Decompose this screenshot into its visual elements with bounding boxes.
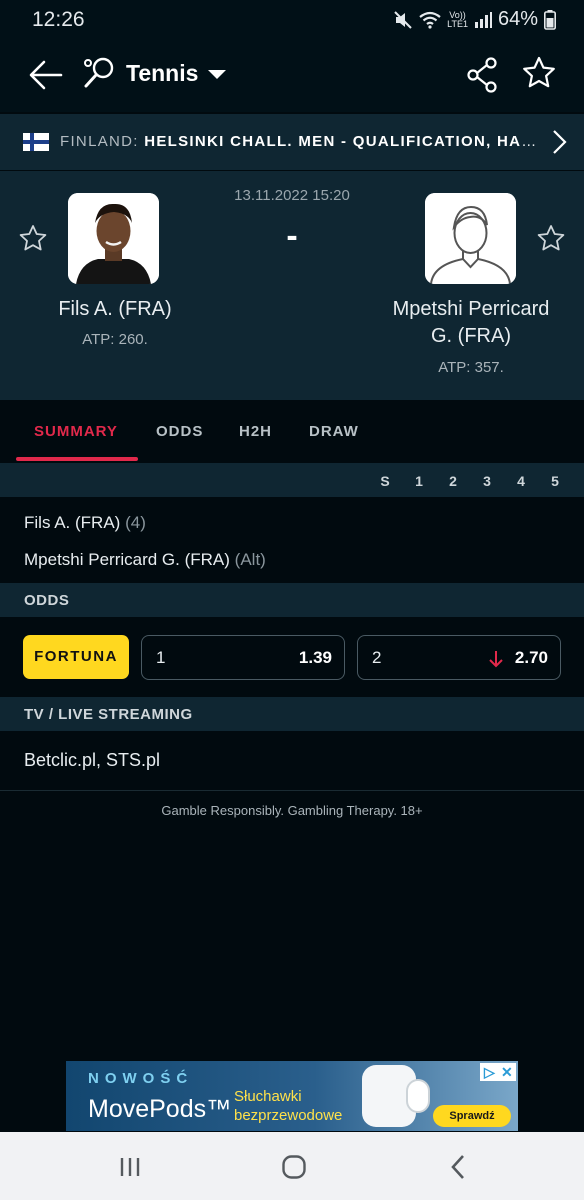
player-portrait bbox=[68, 193, 159, 284]
player-row[interactable]: Fils A. (FRA) (4) bbox=[24, 513, 146, 533]
home-player-rank: ATP: 260. bbox=[82, 331, 148, 348]
active-tab-indicator bbox=[16, 457, 138, 461]
status-icons: Vo)) LTE1 64% bbox=[393, 8, 556, 31]
odds-button-away[interactable]: 2 2.70 bbox=[357, 635, 561, 680]
person-silhouette-icon bbox=[425, 193, 516, 284]
mute-icon bbox=[394, 10, 412, 29]
back-arrow-icon[interactable] bbox=[28, 57, 64, 93]
app-bar: Tennis bbox=[0, 40, 584, 112]
home-icon[interactable] bbox=[281, 1154, 307, 1180]
star-icon[interactable] bbox=[536, 224, 566, 254]
tv-channels: Betclic.pl, STS.pl bbox=[24, 750, 161, 770]
ad-description: Słuchawki bezprzewodowe bbox=[234, 1088, 343, 1124]
odds-label: 2 bbox=[372, 648, 382, 667]
sets-col: S bbox=[380, 473, 390, 489]
ad-choices-icon[interactable]: ▷ ✕ bbox=[480, 1063, 516, 1081]
tv-section-header: TV / LIVE STREAMING bbox=[0, 697, 584, 731]
earbud-image bbox=[406, 1079, 430, 1113]
ad-kicker: NOWOŚĆ bbox=[88, 1070, 194, 1087]
away-player-rank: ATP: 357. bbox=[438, 359, 504, 376]
tab-odds[interactable]: ODDS bbox=[156, 423, 203, 440]
chevron-down-icon[interactable] bbox=[208, 70, 226, 79]
set-col-4: 4 bbox=[517, 473, 525, 489]
league-header[interactable]: FINLAND: HELSINKI CHALL. MEN - QUALIFICA… bbox=[0, 114, 584, 170]
ad-banner[interactable]: NOWOŚĆ MovePods™ Słuchawki bezprzewodowe… bbox=[66, 1061, 518, 1131]
star-icon[interactable] bbox=[18, 224, 48, 254]
player-seed: (4) bbox=[125, 513, 146, 532]
match-header: 13.11.2022 15:20 - Fils A. (FRA) ATP: 26… bbox=[0, 171, 584, 400]
odds-value: 2.70 bbox=[514, 648, 548, 667]
odds-button-home[interactable]: 1 1.39 bbox=[141, 635, 345, 680]
player-row-name: Fils A. (FRA) bbox=[24, 513, 121, 532]
player-photo[interactable] bbox=[68, 193, 159, 284]
tab-h2h[interactable]: H2H bbox=[239, 423, 272, 440]
tennis-racket-icon[interactable] bbox=[82, 56, 116, 90]
back-icon[interactable] bbox=[449, 1154, 467, 1180]
set-col-5: 5 bbox=[551, 473, 559, 489]
sets-header: S 1 2 3 4 5 bbox=[0, 463, 584, 497]
sport-selector-label[interactable]: Tennis bbox=[126, 60, 198, 87]
tab-draw[interactable]: DRAW bbox=[309, 423, 359, 440]
share-icon[interactable] bbox=[466, 57, 498, 93]
player-seed: (Alt) bbox=[234, 550, 266, 569]
bookmaker-logo[interactable]: FORTUNA bbox=[23, 635, 129, 679]
odds-label: 1 bbox=[156, 648, 166, 667]
finland-flag-icon bbox=[23, 133, 49, 151]
recent-apps-icon[interactable] bbox=[118, 1156, 142, 1178]
league-name: HELSINKI CHALL. MEN - QUALIFICATION, HAR… bbox=[144, 133, 540, 150]
system-nav-bar bbox=[0, 1132, 584, 1200]
player-photo-placeholder[interactable] bbox=[425, 193, 516, 284]
signal-icon bbox=[474, 11, 492, 28]
responsible-gambling-note[interactable]: Gamble Responsibly. Gambling Therapy. 18… bbox=[0, 803, 584, 818]
divider bbox=[0, 790, 584, 791]
league-title: FINLAND: HELSINKI CHALL. MEN - QUALIFICA… bbox=[60, 133, 540, 150]
odds-value: 1.39 bbox=[298, 648, 332, 667]
set-col-1: 1 bbox=[415, 473, 423, 489]
status-bar: 12:26 Vo)) LTE1 64% bbox=[0, 0, 584, 40]
wifi-icon bbox=[419, 11, 441, 29]
set-col-3: 3 bbox=[483, 473, 491, 489]
set-col-2: 2 bbox=[449, 473, 457, 489]
arrow-down-icon bbox=[489, 651, 503, 668]
chevron-right-icon[interactable] bbox=[550, 129, 568, 155]
player-row-name: Mpetshi Perricard G. (FRA) bbox=[24, 550, 230, 569]
odds-section-header: ODDS bbox=[0, 583, 584, 617]
match-tabs: SUMMARY ODDS H2H DRAW bbox=[0, 400, 584, 462]
tab-summary[interactable]: SUMMARY bbox=[34, 423, 118, 440]
player-row[interactable]: Mpetshi Perricard G. (FRA) (Alt) bbox=[24, 550, 266, 570]
status-time: 12:26 bbox=[32, 8, 85, 31]
home-player-name[interactable]: Fils A. (FRA) bbox=[20, 296, 210, 323]
battery-icon bbox=[544, 9, 556, 30]
battery-percent: 64% bbox=[497, 8, 538, 30]
lte-indicator: Vo)) LTE1 bbox=[447, 9, 468, 29]
away-player-name[interactable]: Mpetshi Perricard G. (FRA) bbox=[374, 296, 568, 350]
star-icon[interactable] bbox=[521, 55, 557, 91]
ad-cta-button[interactable]: Sprawdź bbox=[433, 1105, 511, 1127]
ad-product: MovePods™ bbox=[88, 1095, 232, 1123]
league-country: FINLAND: bbox=[60, 133, 139, 150]
